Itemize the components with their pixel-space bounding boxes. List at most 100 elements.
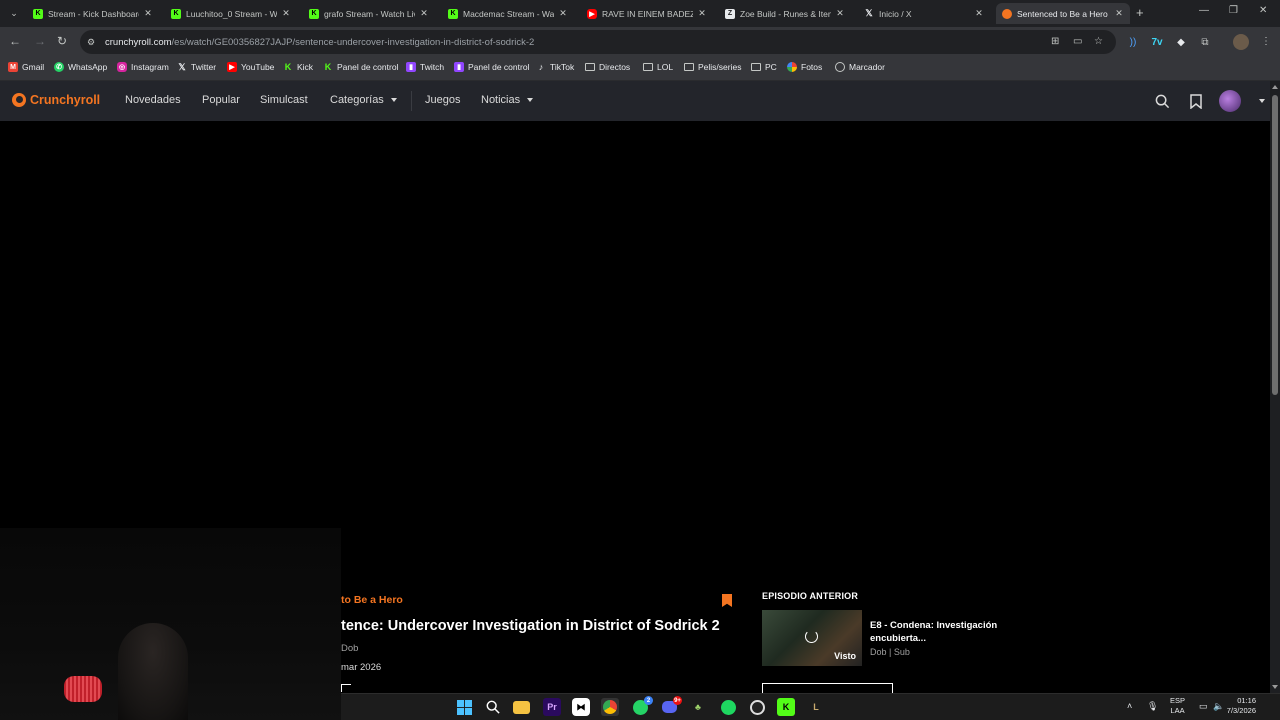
extensions-puzzle-icon[interactable]: ⧉ — [1198, 35, 1212, 49]
windows-taskbar: Pr ⧓ 2 9+ ♣ K L ˄ 🎙 ESP LAA ▭ 🔈 01:16 7/… — [341, 693, 1280, 720]
nav-popular[interactable]: Popular — [202, 94, 240, 106]
close-tab-icon[interactable]: ✕ — [143, 8, 153, 19]
close-tab-icon[interactable]: ✕ — [558, 8, 568, 19]
league-icon[interactable]: L — [807, 698, 825, 716]
nav-noticias[interactable]: Noticias — [481, 94, 534, 106]
bookmark-label: Panel de control — [468, 62, 530, 72]
cast-icon[interactable]: ▭ — [1073, 36, 1082, 47]
bookmark-kick[interactable]: K Kick — [283, 62, 313, 72]
user-avatar[interactable] — [1219, 90, 1241, 112]
scroll-thumb[interactable] — [1272, 95, 1278, 395]
watchlist-bookmark-icon[interactable] — [1187, 92, 1205, 110]
app-icon[interactable]: ♣ — [689, 698, 707, 716]
spotify-icon[interactable] — [719, 698, 737, 716]
nav-noticias-label: Noticias — [481, 94, 521, 106]
add-to-watchlist-icon[interactable] — [722, 594, 732, 607]
nav-categorias-label: Categorías — [330, 94, 384, 106]
input-language[interactable]: ESP LAA — [1170, 696, 1185, 716]
bookmark-instagram[interactable]: ◎ Instagram — [117, 62, 169, 72]
tab-luuchitoo[interactable]: K Luuchitoo_0 Stream - Wa ✕ — [165, 3, 297, 24]
next-episode-card[interactable] — [762, 683, 893, 693]
discord-icon[interactable]: 9+ — [660, 696, 682, 716]
obs-icon[interactable] — [748, 698, 766, 716]
tab-search-icon[interactable]: ⌄ — [4, 4, 24, 22]
previous-episode-title[interactable]: E8 - Condena: Investigación encubierta..… — [870, 619, 1000, 645]
restore-icon[interactable]: ❐ — [1229, 5, 1238, 16]
extension-tv-icon[interactable]: 7v — [1150, 35, 1164, 49]
nav-categorias[interactable]: Categorías — [330, 94, 397, 106]
nav-juegos[interactable]: Juegos — [425, 94, 460, 106]
bookmark-twitch-panel[interactable]: ▮ Panel de control — [454, 62, 529, 72]
bookmark-twitch[interactable]: ▮ Twitch — [406, 62, 444, 72]
back-icon[interactable]: ← — [9, 34, 21, 48]
crunchyroll-logo[interactable]: Crunchyroll — [12, 93, 100, 107]
bookmark-whatsapp[interactable]: ✆ WhatsApp — [54, 62, 107, 72]
forward-icon[interactable]: → — [34, 34, 46, 48]
system-clock[interactable]: 01:16 7/3/2026 — [1216, 696, 1256, 716]
tab-x-home[interactable]: 𝕏 Inicio / X ✕ — [858, 3, 990, 24]
close-window-icon[interactable]: ✕ — [1259, 5, 1267, 16]
site-info-icon[interactable]: ⚙ — [87, 37, 99, 48]
translate-icon[interactable]: ⊞ — [1051, 36, 1059, 47]
windows-start-icon[interactable] — [455, 698, 473, 716]
chevron-down-icon[interactable] — [1259, 99, 1265, 103]
premiere-icon[interactable]: Pr — [543, 698, 561, 716]
twitch-icon: ▮ — [454, 62, 464, 72]
previous-episode-thumbnail[interactable]: Visto — [762, 610, 862, 666]
page-scrollbar[interactable] — [1270, 81, 1280, 693]
bookmark-gmail[interactable]: M Gmail — [8, 62, 44, 72]
close-tab-icon[interactable]: ✕ — [281, 8, 291, 19]
clock-time: 01:16 — [1237, 696, 1256, 705]
close-tab-icon[interactable]: ✕ — [974, 8, 984, 19]
tab-zoe-build[interactable]: Z Zoe Build - Runes & Items ✕ — [719, 3, 851, 24]
tray-chevron-up-icon[interactable]: ˄ — [1127, 701, 1132, 711]
bookmark-star-icon[interactable]: ☆ — [1094, 36, 1103, 47]
bookmark-folder-lol[interactable]: LOL — [643, 62, 673, 72]
close-tab-icon[interactable]: ✕ — [835, 8, 845, 19]
bookmark-twitter[interactable]: 𝕏 Twitter — [177, 62, 216, 73]
bookmark-marcador[interactable]: Marcador — [835, 62, 885, 72]
extension-wave-icon[interactable]: )) — [1126, 35, 1140, 49]
capcut-icon[interactable]: ⧓ — [572, 698, 590, 716]
close-tab-icon[interactable]: ✕ — [697, 8, 707, 19]
bookmark-folder-directos[interactable]: Directos — [585, 62, 630, 72]
minimize-icon[interactable]: — — [1199, 5, 1209, 16]
chrome-icon[interactable] — [601, 698, 619, 716]
bookmark-folder-pelis[interactable]: Pelis/series — [684, 62, 741, 72]
scroll-up-arrow-icon[interactable] — [1272, 85, 1278, 89]
menu-kebab-icon[interactable]: ⋮ — [1261, 36, 1271, 47]
address-bar[interactable]: ⚙ crunchyroll.com/es/watch/GE00356827JAJ… — [80, 30, 1116, 54]
extension-diamond-icon[interactable]: ◆ — [1174, 35, 1188, 49]
tab-kick-dashboard[interactable]: K Stream - Kick Dashboard ✕ — [27, 3, 159, 24]
reload-icon[interactable]: ↻ — [57, 34, 67, 48]
search-icon[interactable] — [484, 698, 502, 716]
profile-avatar[interactable] — [1233, 34, 1249, 50]
bookmark-tiktok[interactable]: ♪ TikTok — [536, 62, 575, 72]
series-title-link[interactable]: to Be a Hero — [341, 594, 403, 606]
video-player[interactable] — [0, 121, 1270, 571]
bookmark-fotos[interactable]: Fotos — [787, 62, 822, 72]
tab-macdemac[interactable]: K Macdemac Stream - Watc ✕ — [442, 3, 574, 24]
tab-youtube-rave[interactable]: ▶ RAVE IN EINEM BADEZIM ✕ — [581, 3, 713, 24]
kick-icon[interactable]: K — [777, 698, 795, 716]
close-tab-icon[interactable]: ✕ — [1114, 8, 1124, 19]
whatsapp-icon[interactable]: 2 — [631, 696, 653, 716]
tab-crunchyroll[interactable]: Sentenced to Be a Hero S ✕ — [996, 3, 1130, 24]
nav-simulcast[interactable]: Simulcast — [260, 94, 308, 106]
microphone-icon[interactable]: 🎙 — [1147, 701, 1158, 712]
folder-icon — [751, 63, 761, 71]
bookmark-folder-pc[interactable]: PC — [751, 62, 777, 72]
monitor-icon[interactable]: ▭ — [1199, 701, 1208, 712]
scroll-down-arrow-icon[interactable] — [1272, 685, 1278, 689]
search-icon[interactable] — [1153, 92, 1171, 110]
kick-icon: K — [309, 8, 319, 19]
bookmark-youtube[interactable]: ▶ YouTube — [227, 62, 274, 72]
url-host: crunchyroll.com — [105, 36, 172, 48]
new-tab-icon[interactable]: + — [1136, 5, 1144, 20]
nav-novedades[interactable]: Novedades — [125, 94, 181, 106]
file-explorer-icon[interactable] — [513, 701, 530, 714]
bookmark-kick-panel[interactable]: K Panel de control — [323, 62, 399, 72]
tab-grafo[interactable]: K grafo Stream - Watch Live ✕ — [303, 3, 435, 24]
webcam-overlay — [0, 528, 341, 720]
close-tab-icon[interactable]: ✕ — [419, 8, 429, 19]
